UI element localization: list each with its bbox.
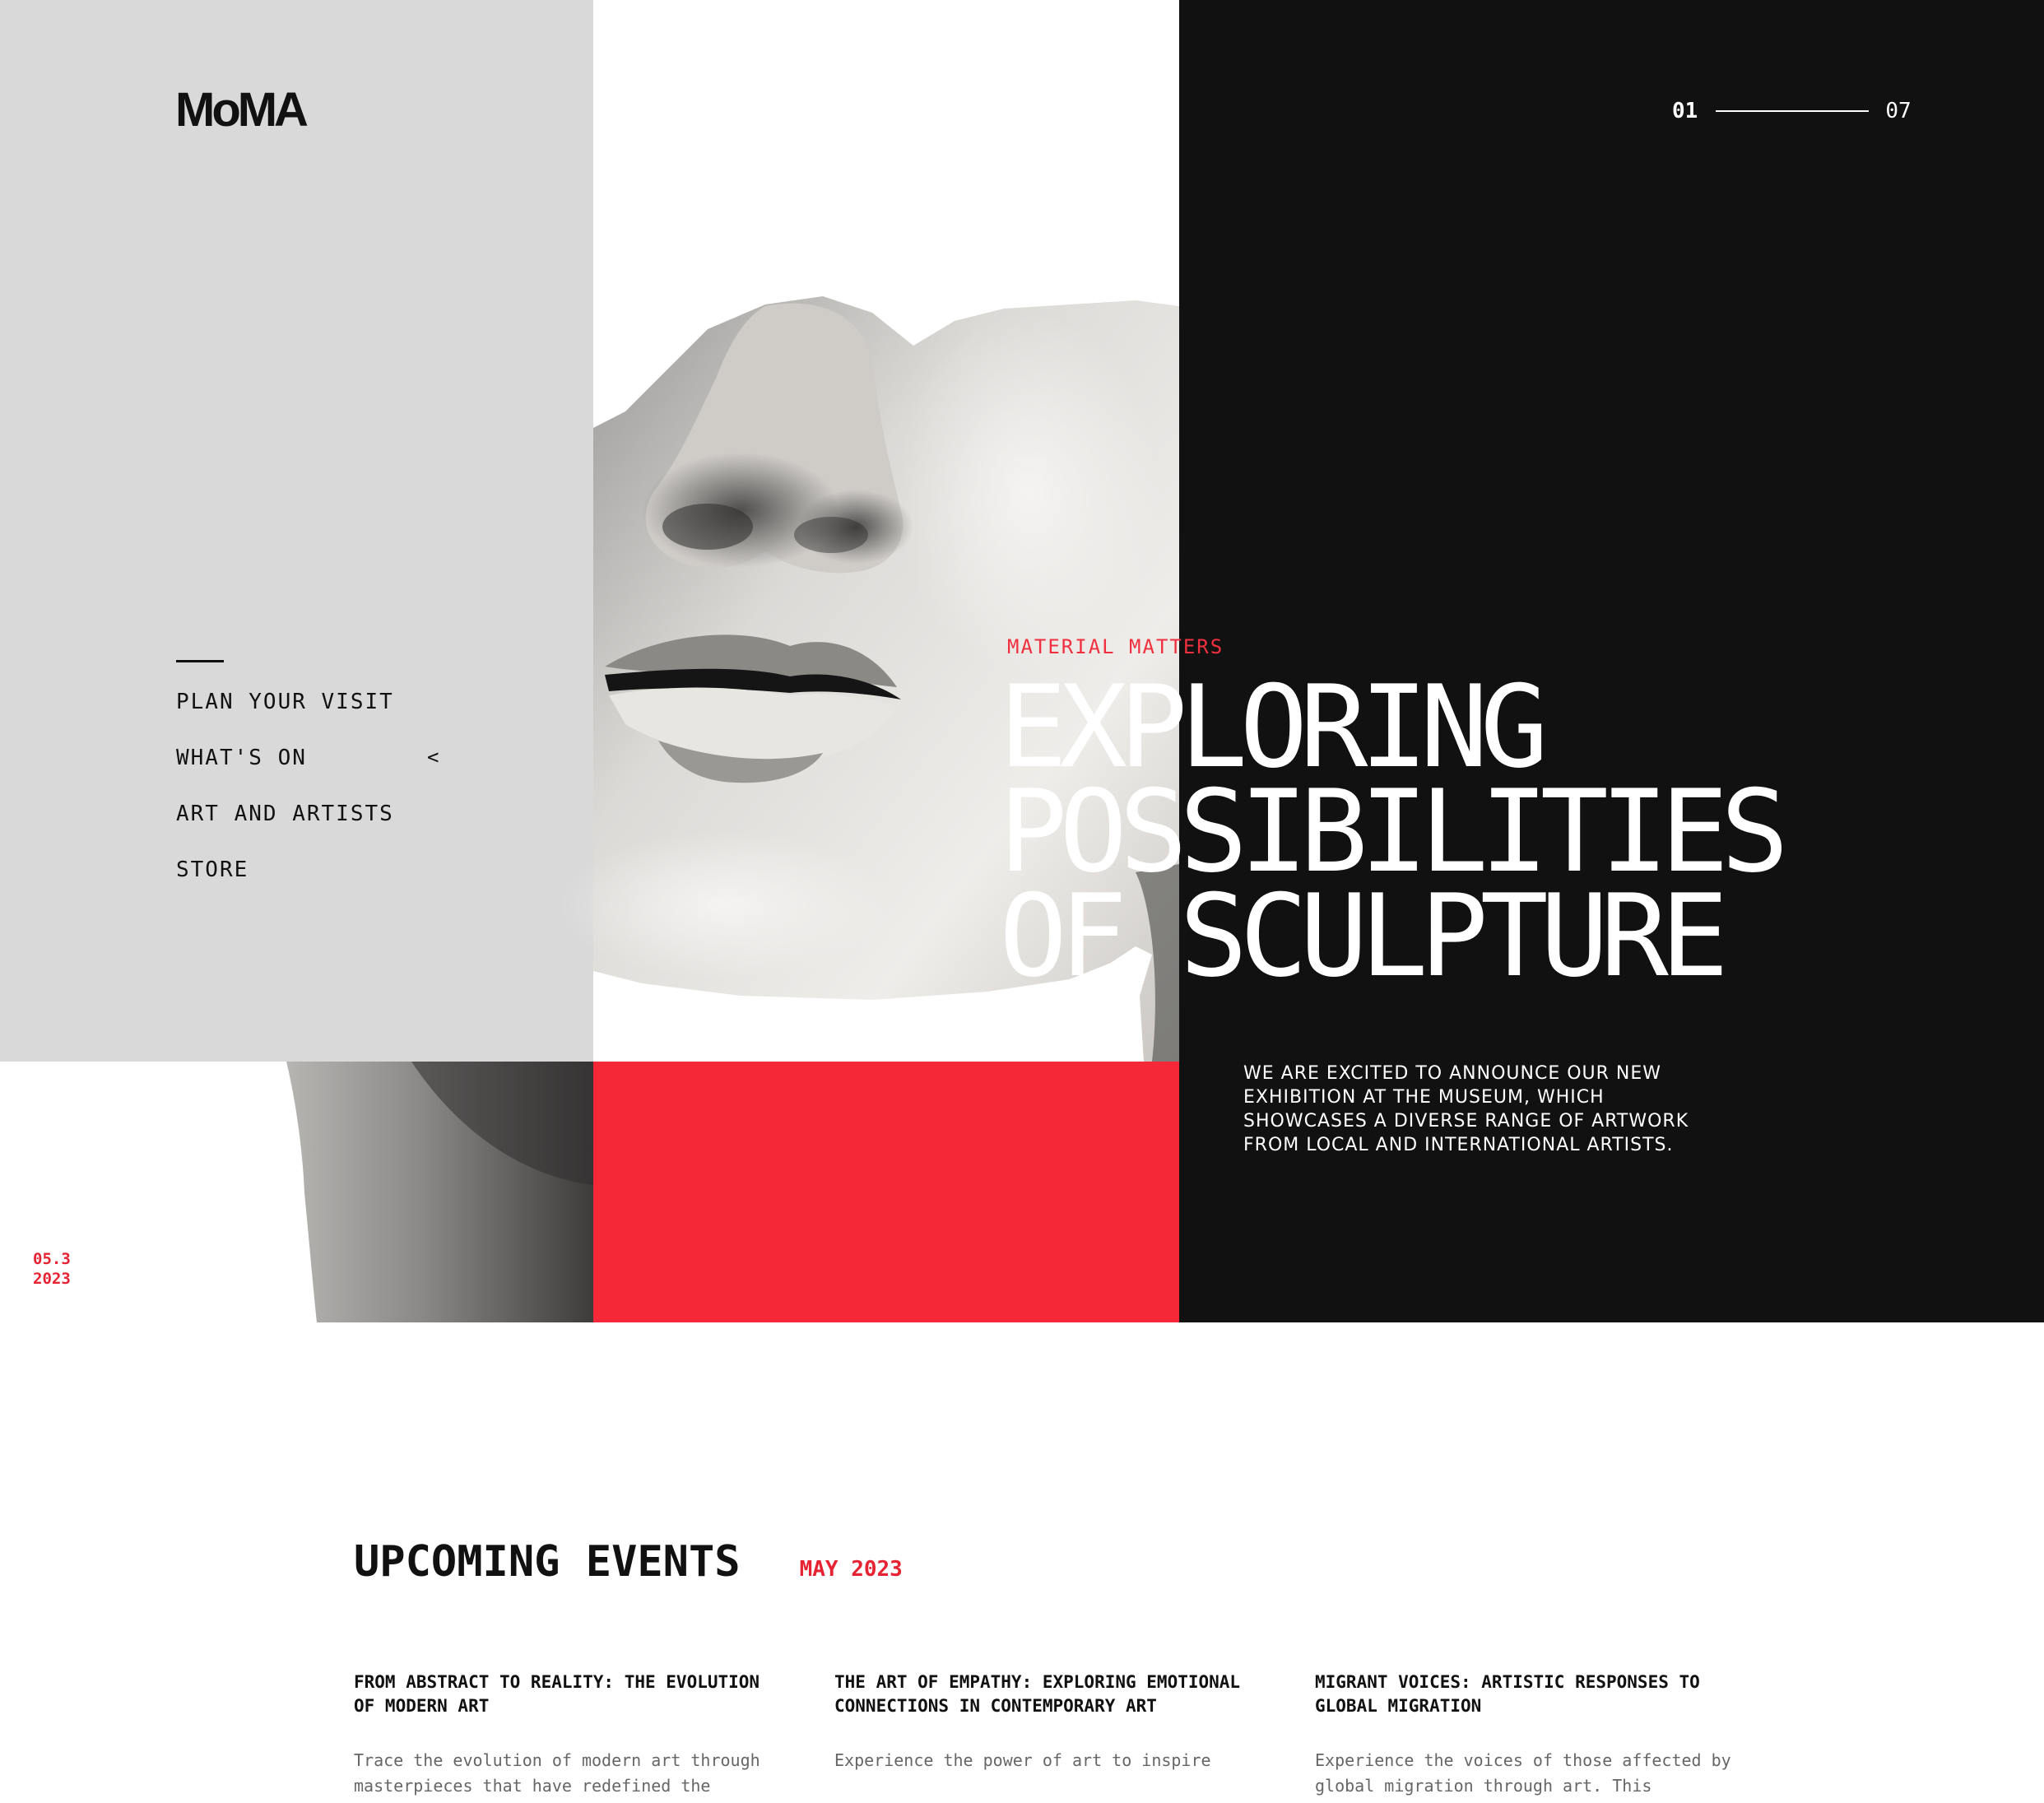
event-card[interactable]: FROM ABSTRACT TO REALITY: THE EVOLUTION … <box>354 1671 782 1799</box>
nav-item-label: STORE <box>176 857 249 882</box>
moma-logo[interactable]: MoMA <box>175 82 309 137</box>
events-title: UPCOMING EVENTS <box>354 1537 741 1587</box>
nav-item-label: WHAT'S ON <box>176 746 307 770</box>
nav-item-label: PLAN YOUR VISIT <box>176 690 394 714</box>
nav-item-art-and-artists[interactable]: ART AND ARTISTS <box>176 802 394 857</box>
main-nav: PLAN YOUR VISIT WHAT'S ON < ART AND ARTIS… <box>176 690 439 913</box>
event-description: Trace the evolution of modern art throug… <box>354 1750 760 1796</box>
event-title[interactable]: FROM ABSTRACT TO REALITY: THE EVOLUTION … <box>354 1671 782 1718</box>
date-day: 05.3 <box>33 1250 71 1268</box>
events-month[interactable]: MAY 2023 <box>800 1557 903 1582</box>
slide-current: 01 <box>1672 99 1698 123</box>
event-card[interactable]: THE ART OF EMPATHY: EXPLORING EMOTIONAL … <box>834 1671 1262 1773</box>
headline-line: OF SCULPTURE <box>999 870 1729 1002</box>
nav-item-store[interactable]: STORE <box>176 857 394 913</box>
event-description: Experience the voices of those affected … <box>1315 1750 1731 1796</box>
nav-item-plan-your-visit[interactable]: PLAN YOUR VISIT <box>176 690 394 746</box>
exhibition-date: 05.3 2023 <box>33 1249 71 1289</box>
nav-divider <box>176 660 224 662</box>
nav-item-whats-on[interactable]: WHAT'S ON < <box>176 746 439 802</box>
headline-line: POSSIBILITIES <box>999 765 1789 898</box>
slide-total: 07 <box>1885 99 1912 123</box>
headline-line: EXPLORING <box>999 661 1549 793</box>
event-title[interactable]: MIGRANT VOICES: ARTISTIC RESPONSES TO GL… <box>1315 1671 1743 1718</box>
nav-item-label: ART AND ARTISTS <box>176 802 394 826</box>
hero-headline: EXPLORING POSSIBILITIES OF SCULPTURE <box>999 661 1789 1002</box>
accent-red-block <box>593 1062 1179 1322</box>
slide-progress-line <box>1716 110 1870 112</box>
date-year: 2023 <box>33 1270 71 1288</box>
event-title[interactable]: THE ART OF EMPATHY: EXPLORING EMOTIONAL … <box>834 1671 1262 1718</box>
hero-kicker: MATERIAL MATTERS <box>1007 635 1224 658</box>
hero-intro: WE ARE EXCITED TO ANNOUNCE OUR NEW EXHIB… <box>1243 1063 1689 1155</box>
slide-counter: 01 07 <box>1672 99 1912 123</box>
chevron-left-icon[interactable]: < <box>427 746 440 769</box>
event-description: Experience the power of art to inspire <box>834 1750 1211 1770</box>
event-card[interactable]: MIGRANT VOICES: ARTISTIC RESPONSES TO GL… <box>1315 1671 1743 1799</box>
events-header: UPCOMING EVENTS MAY 2023 <box>354 1537 903 1587</box>
